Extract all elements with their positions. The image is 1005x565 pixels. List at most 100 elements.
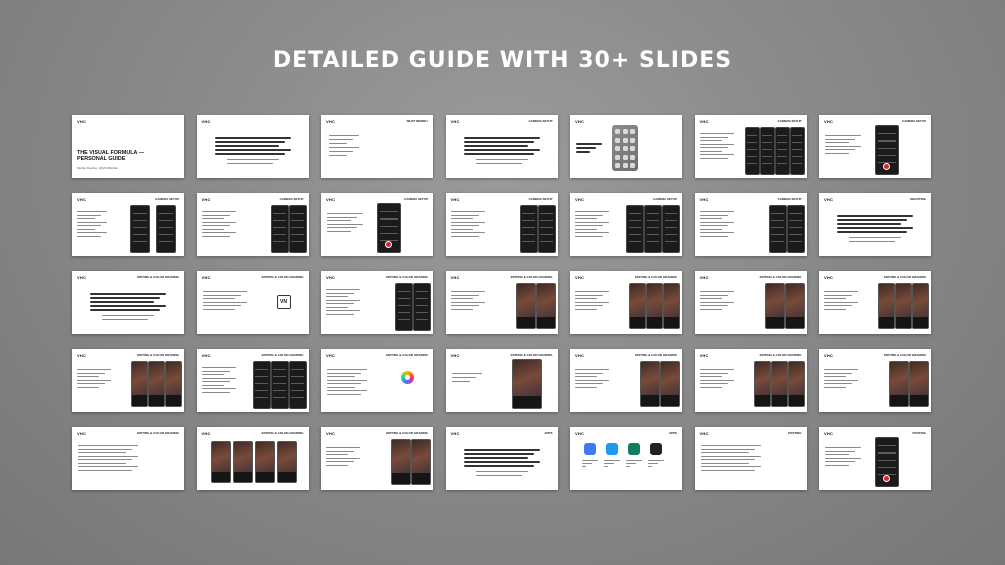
text-line (327, 376, 355, 378)
setting-row (273, 382, 286, 384)
text-line (626, 466, 630, 468)
text-line (700, 452, 749, 454)
text-line (77, 232, 107, 234)
text-line (575, 225, 603, 227)
control-toggle (622, 154, 628, 160)
brand-logo: VHC (699, 431, 709, 436)
setting-row (522, 240, 535, 242)
text-line (450, 218, 473, 220)
app-icon (584, 443, 596, 455)
setting-row (415, 311, 429, 313)
text-line (699, 232, 734, 234)
text-line (463, 145, 528, 147)
slide-thumbnail: VHC APPS (445, 427, 558, 490)
text-line (575, 294, 603, 296)
editor-toolbar (661, 395, 679, 406)
text-line (825, 464, 849, 466)
brand-logo: VHC (450, 119, 460, 124)
text-line (77, 214, 101, 216)
control-toggle (622, 146, 628, 151)
text-line (825, 454, 849, 456)
text-line (825, 149, 855, 151)
text-line (700, 469, 755, 471)
text-line (450, 301, 485, 303)
setting-row (158, 212, 174, 215)
text-line (575, 211, 609, 213)
brand-logo: VHC (326, 275, 336, 280)
setting-row (761, 141, 773, 143)
setting-row (255, 389, 268, 391)
text-line (326, 292, 354, 294)
text-line (102, 315, 154, 317)
slide-thumbnail: VHC CAMERA SETUP (694, 193, 807, 256)
setting-row (789, 240, 802, 242)
text-line (699, 369, 734, 371)
brand-logo: VHC (326, 431, 336, 436)
setting-row (522, 226, 535, 228)
text-line (575, 379, 609, 381)
slide-thumbnail: VHC EDITING & COLOR GRADING (196, 427, 309, 490)
text-line (582, 463, 592, 465)
setting-row (397, 290, 411, 293)
brand-logo: VHC (824, 431, 834, 436)
slide-section-header: APPS (544, 431, 553, 435)
slide-section-header: EDITING & COLOR GRADING (386, 353, 428, 357)
setting-row (789, 226, 802, 228)
edited-photo (764, 283, 785, 329)
text-line (78, 452, 126, 454)
text-line (575, 305, 603, 307)
control-toggle (615, 137, 620, 143)
text-line (699, 235, 728, 237)
text-line (699, 143, 734, 145)
setting-row (746, 134, 758, 137)
setting-row (522, 233, 535, 235)
setting-row (761, 155, 773, 157)
brand-logo: VHC (575, 431, 585, 436)
text-line (849, 237, 901, 239)
setting-row (789, 212, 802, 215)
slide-section-header: POSTING (912, 431, 926, 435)
text-line (575, 228, 597, 230)
slide-section-header: CAMERA SETUP (653, 197, 677, 201)
text-line (824, 372, 852, 374)
text-line (475, 159, 528, 161)
text-line (824, 383, 852, 385)
text-line (463, 137, 540, 139)
brand-logo: VHC (201, 275, 211, 280)
editor-toolbar (512, 396, 541, 408)
page-headline: DETAILED GUIDE WITH 30+ SLIDES (272, 48, 733, 73)
setting-row (761, 148, 773, 150)
text-line (451, 381, 470, 383)
phone-screenshot (270, 205, 289, 253)
edited-photo (131, 361, 148, 407)
text-line (626, 463, 636, 465)
text-line (824, 298, 846, 300)
app-icon (628, 443, 640, 455)
slide-section-header: EDITING & COLOR GRADING (261, 353, 304, 357)
text-line (77, 225, 101, 227)
shutter-button (385, 241, 392, 248)
setting-row (380, 211, 398, 213)
editor-toolbar (765, 317, 784, 328)
text-line (327, 386, 355, 388)
text-line (824, 305, 852, 307)
text-line (201, 388, 236, 390)
brand-logo: VHC (575, 197, 585, 202)
setting-row (791, 148, 803, 150)
setting-row (397, 311, 411, 313)
setting-row (664, 212, 678, 215)
text-line (575, 383, 603, 385)
text-line (327, 223, 363, 225)
brand-logo: VHC (201, 431, 211, 436)
text-line (202, 294, 241, 296)
text-line (576, 147, 596, 149)
editor-toolbar (412, 473, 430, 484)
vn-app-icon: VN (276, 295, 291, 309)
text-line (699, 386, 722, 388)
text-line (77, 211, 107, 213)
setting-row (628, 233, 642, 235)
editor-toolbar (166, 395, 181, 406)
text-line (575, 218, 597, 220)
text-line (226, 159, 279, 161)
phone-screenshot (774, 127, 790, 175)
